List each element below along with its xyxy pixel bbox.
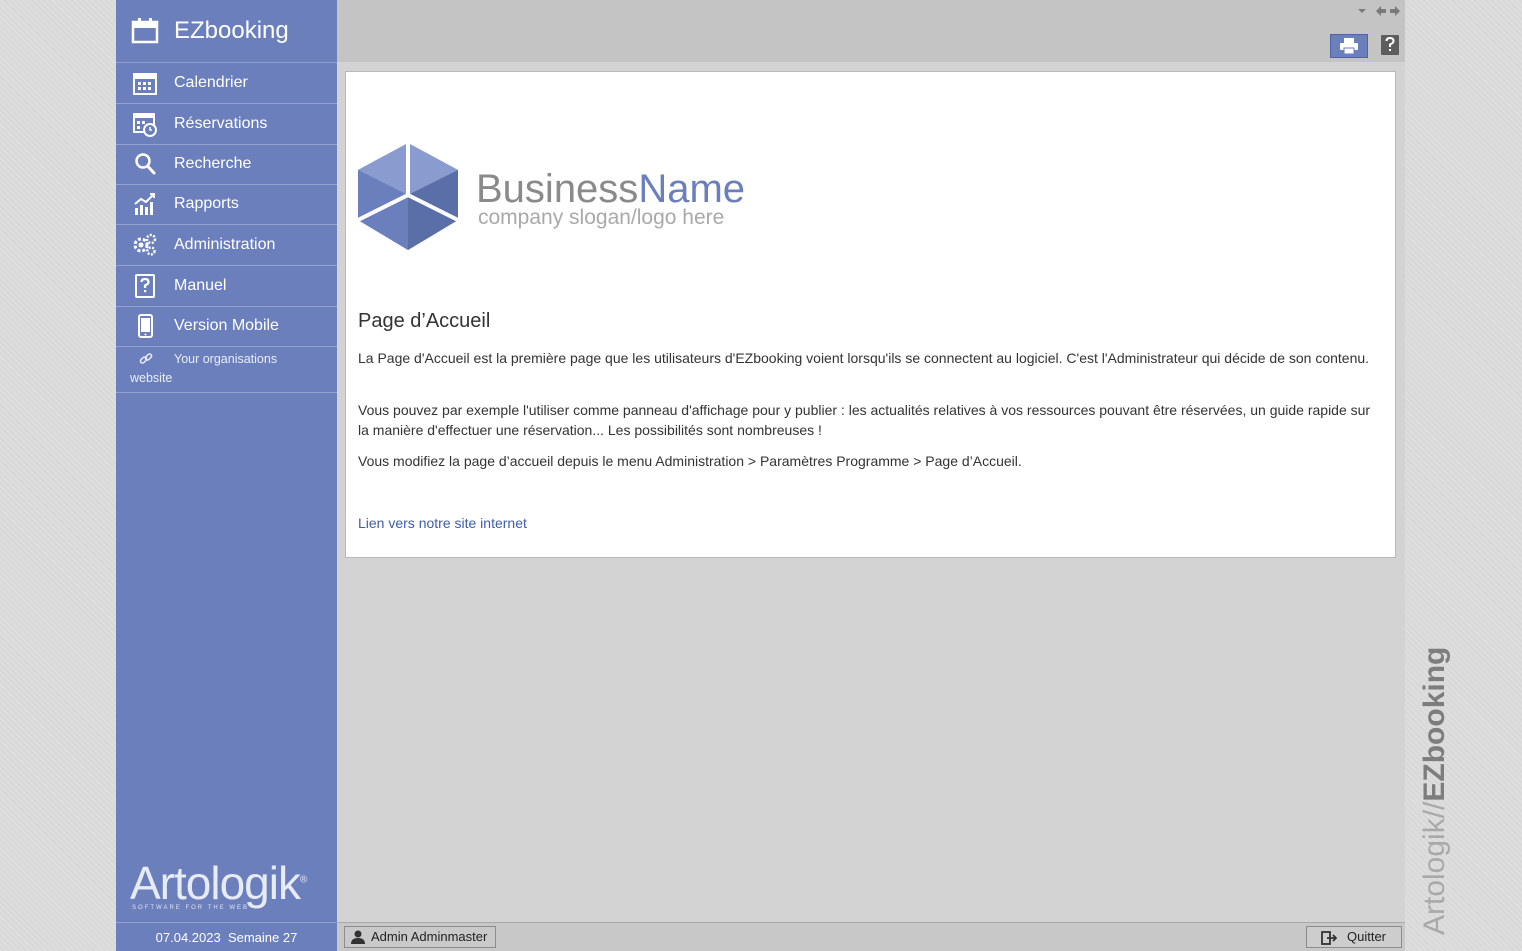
sidebar-item-label: Version Mobile <box>174 317 279 334</box>
gears-icon <box>133 233 157 256</box>
sidebar-item-label: Réservations <box>174 115 268 132</box>
business-cube-logo <box>358 143 459 250</box>
vertical-product-brand: Artologik//EZbooking <box>1418 647 1452 935</box>
current-week: Semaine 27 <box>227 930 298 945</box>
search-icon <box>135 153 156 175</box>
user-button[interactable]: Admin Adminmaster <box>344 926 496 948</box>
sidebar: EZbooking Calendrier Réservations Recher… <box>116 0 337 951</box>
sidebar-item-label: Administration <box>174 236 276 253</box>
org-link-line1: Your organisations <box>174 352 278 366</box>
date-week-footer: 07.04.2023 Semaine 27 <box>116 922 337 951</box>
org-link-line2: website <box>130 371 173 385</box>
organisation-website-link[interactable]: Your organisations website <box>116 346 337 393</box>
mobile-icon <box>138 314 153 338</box>
help-icon[interactable] <box>1379 33 1401 57</box>
website-link[interactable]: Lien vers notre site internet <box>358 515 527 531</box>
sidebar-item-label: Recherche <box>174 155 252 172</box>
sidebar-item-label: Rapports <box>174 195 239 212</box>
brand-header[interactable]: EZbooking <box>116 0 337 63</box>
quit-label: Quitter <box>1347 929 1387 944</box>
top-toolbar <box>337 0 1405 62</box>
brand-separator: // <box>1418 801 1451 819</box>
artologik-tagline: SOFTWARE FOR THE WEB <box>132 905 250 911</box>
business-slogan: company slogan/logo here <box>478 206 725 229</box>
expand-width-icon[interactable] <box>1375 4 1401 18</box>
calendar-icon <box>131 18 159 44</box>
page-title: Page d’Accueil <box>358 310 491 332</box>
link-icon <box>139 353 153 364</box>
logout-icon <box>1321 931 1337 945</box>
bottom-status-bar: Admin Adminmaster Quitter <box>337 922 1405 951</box>
artologik-logo: Artologik® <box>130 857 307 909</box>
welcome-paragraph: Vous pouvez par exemple l'utiliser comme… <box>358 402 1371 438</box>
sidebar-item-rapports[interactable]: Rapports <box>116 184 337 225</box>
artologik-brand-text: Artologik <box>1418 818 1451 935</box>
sidebar-item-recherche[interactable]: Recherche <box>116 144 337 185</box>
printer-icon <box>1340 38 1358 54</box>
user-name: Admin Adminmaster <box>371 929 488 944</box>
welcome-card: BusinessName company slogan/logo here Pa… <box>345 71 1396 558</box>
welcome-paragraph: La Page d'Accueil est la première page q… <box>358 350 1370 366</box>
sidebar-item-version-mobile[interactable]: Version Mobile <box>116 306 337 347</box>
sidebar-item-reservations[interactable]: Réservations <box>116 104 337 145</box>
calendar-grid-icon <box>133 73 157 95</box>
sidebar-item-administration[interactable]: Administration <box>116 225 337 266</box>
current-date: 07.04.2023 <box>155 930 221 945</box>
app-title: EZbooking <box>174 17 289 44</box>
chart-icon <box>134 193 155 215</box>
ezbooking-brand-text: EZbooking <box>1418 646 1451 802</box>
sidebar-item-label: Calendrier <box>174 74 248 91</box>
user-icon <box>351 930 365 944</box>
collapse-arrow-icon[interactable] <box>1356 6 1368 16</box>
help-book-icon <box>135 274 155 298</box>
sidebar-item-calendrier[interactable]: Calendrier <box>116 63 337 104</box>
calendar-clock-icon <box>133 113 157 137</box>
print-button[interactable] <box>1330 34 1368 58</box>
sidebar-item-label: Manuel <box>174 277 227 294</box>
sidebar-item-manuel[interactable]: Manuel <box>116 266 337 307</box>
welcome-paragraph: Vous modifiez la page d’accueil depuis l… <box>358 453 1022 469</box>
quit-button[interactable]: Quitter <box>1306 926 1402 948</box>
